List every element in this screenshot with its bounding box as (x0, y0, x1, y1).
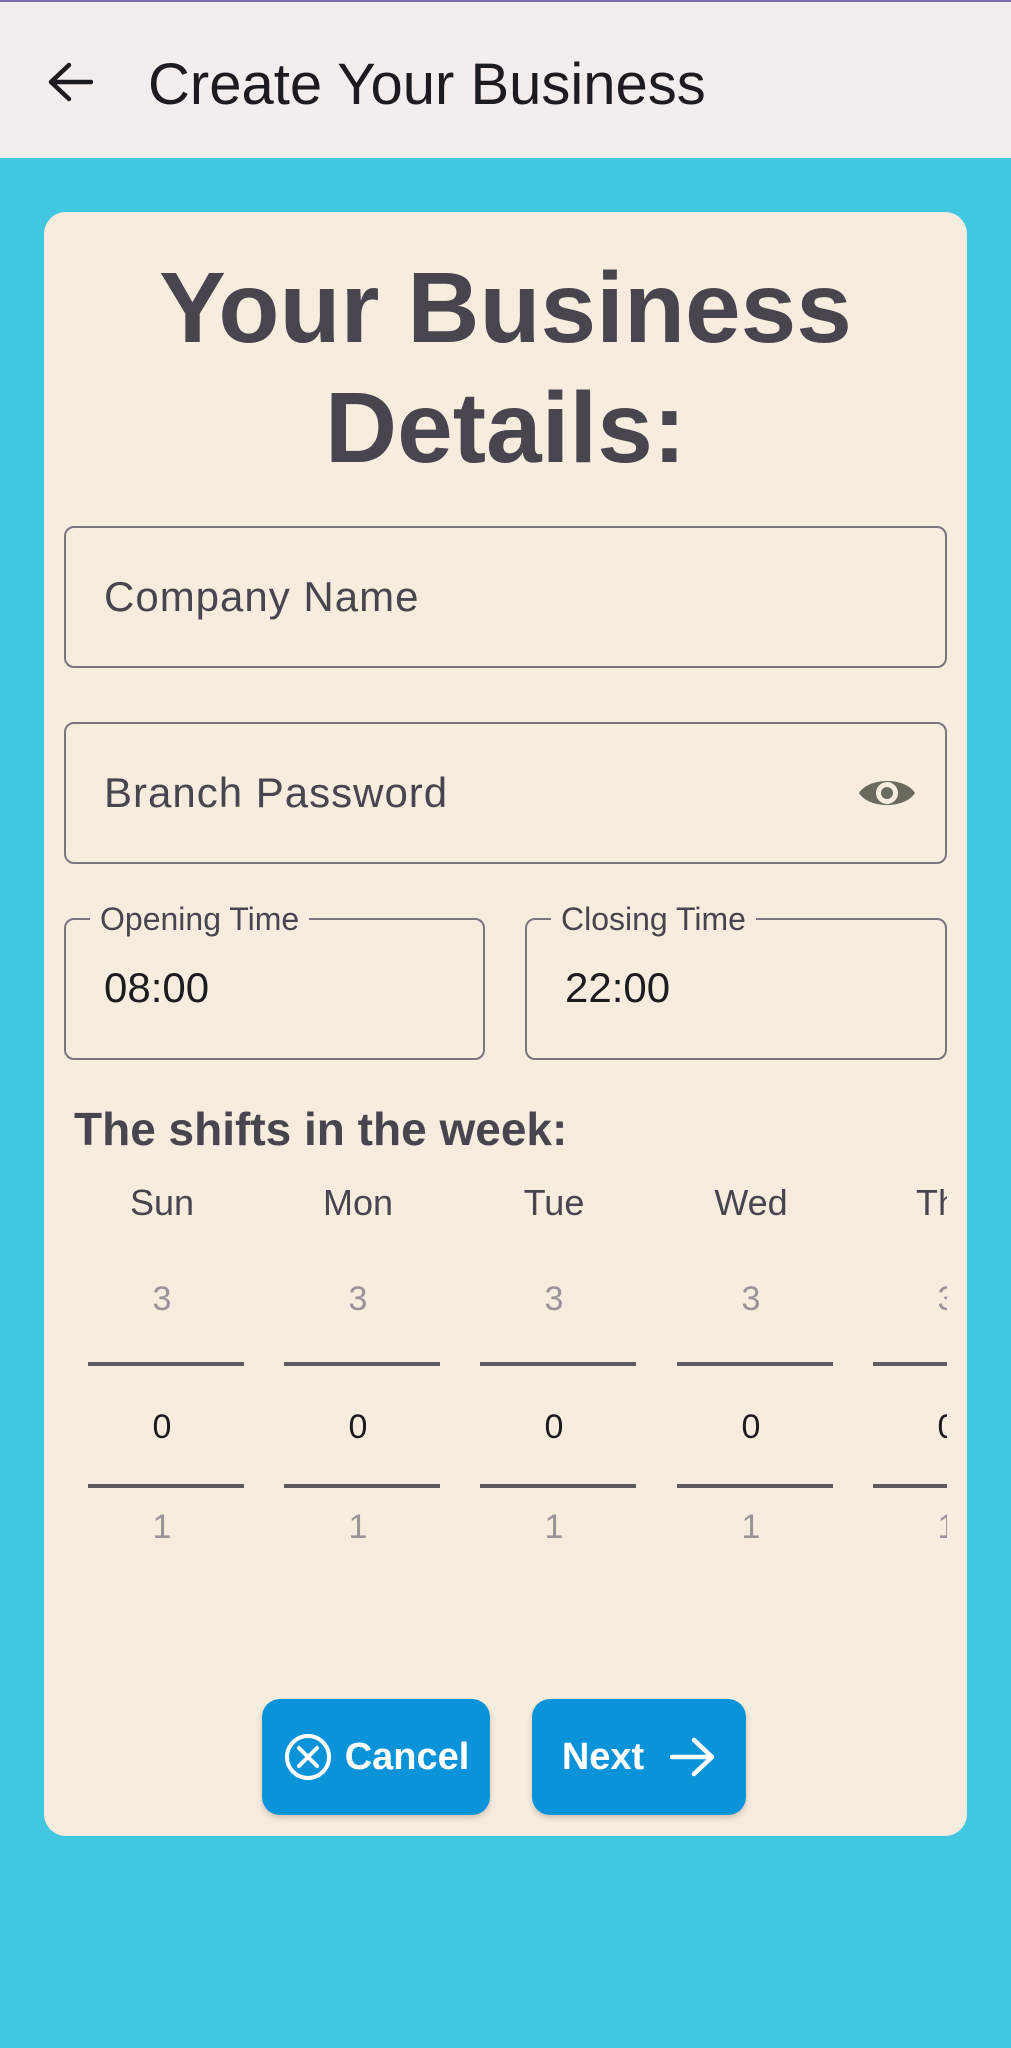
next-button-label: Next (561, 1735, 645, 1778)
eye-icon[interactable] (857, 773, 917, 813)
shifts-title: The shifts in the week: (74, 1103, 568, 1155)
week-shift-pickers[interactable]: Sun 3 0 1 Mon 3 0 1 Tue 3 0 1 Wed 3 0 1 … (44, 1182, 947, 1542)
picker-divider (873, 1362, 947, 1366)
form-heading: Your Business Details: (159, 252, 852, 484)
page-title: Create Your Business (148, 52, 706, 117)
picker-next-value: 1 (741, 1508, 761, 1542)
picker-divider (480, 1484, 636, 1488)
branch-password-placeholder: Branch Password (104, 769, 449, 816)
cancel-circle-icon (284, 1734, 331, 1780)
day-label: Mon (322, 1182, 394, 1223)
picker-divider (88, 1484, 244, 1488)
day-label: Sun (129, 1182, 195, 1223)
picker-selected-value[interactable]: 0 (82, 1408, 242, 1447)
picker-selected-value[interactable]: 0 (671, 1408, 831, 1447)
arrow-left-icon (48, 62, 93, 102)
picker-selected-value[interactable]: 0 (474, 1408, 634, 1447)
picker-divider (284, 1362, 440, 1366)
picker-prev-value: 3 (152, 1280, 172, 1318)
picker-prev-value: 3 (741, 1280, 761, 1318)
picker-selected-value[interactable]: 0 (278, 1408, 438, 1447)
picker-selected-value[interactable]: 0 (867, 1408, 947, 1447)
picker-next-value: 1 (937, 1508, 947, 1542)
picker-next-value: 1 (544, 1508, 564, 1542)
day-label: Tue (523, 1182, 585, 1223)
cancel-button-label: Cancel (344, 1735, 470, 1778)
day-picker-sun[interactable]: Sun 3 0 1 (82, 1182, 244, 1542)
picker-next-value: 1 (152, 1508, 172, 1542)
picker-prev-value: 3 (937, 1280, 947, 1318)
company-name-placeholder: Company Name (104, 573, 420, 620)
picker-next-value: 1 (348, 1508, 368, 1542)
picker-divider (677, 1484, 833, 1488)
business-details-card: Your Business Details: Company Name Bran… (44, 212, 967, 1836)
arrow-right-icon (670, 1737, 715, 1777)
cancel-button[interactable]: Cancel (262, 1699, 490, 1815)
day-label: Thu (915, 1182, 947, 1223)
back-button[interactable] (30, 42, 110, 122)
day-picker-mon[interactable]: Mon 3 0 1 (278, 1182, 440, 1542)
closing-time-value: 22:00 (565, 964, 671, 1011)
branch-password-field[interactable]: Branch Password (64, 722, 947, 864)
picker-divider (480, 1362, 636, 1366)
picker-divider (677, 1362, 833, 1366)
day-picker-thu[interactable]: Thu 3 0 1 (867, 1182, 947, 1542)
day-label: Wed (714, 1182, 788, 1223)
picker-prev-value: 3 (348, 1280, 368, 1318)
opening-time-label: Opening Time (90, 902, 310, 936)
next-button[interactable]: Next (532, 1699, 746, 1815)
app-bar: Create Your Business (0, 0, 1011, 158)
day-picker-tue[interactable]: Tue 3 0 1 (474, 1182, 636, 1542)
opening-time-field[interactable]: Opening Time 08:00 (64, 902, 485, 1060)
day-picker-wed[interactable]: Wed 3 0 1 (671, 1182, 833, 1542)
closing-time-field[interactable]: Closing Time 22:00 (525, 902, 947, 1060)
picker-divider (873, 1484, 947, 1488)
company-name-field[interactable]: Company Name (64, 526, 947, 668)
picker-divider (284, 1484, 440, 1488)
picker-divider (88, 1362, 244, 1366)
opening-time-value: 08:00 (104, 964, 210, 1011)
closing-time-label: Closing Time (551, 902, 756, 936)
picker-prev-value: 3 (544, 1280, 564, 1318)
